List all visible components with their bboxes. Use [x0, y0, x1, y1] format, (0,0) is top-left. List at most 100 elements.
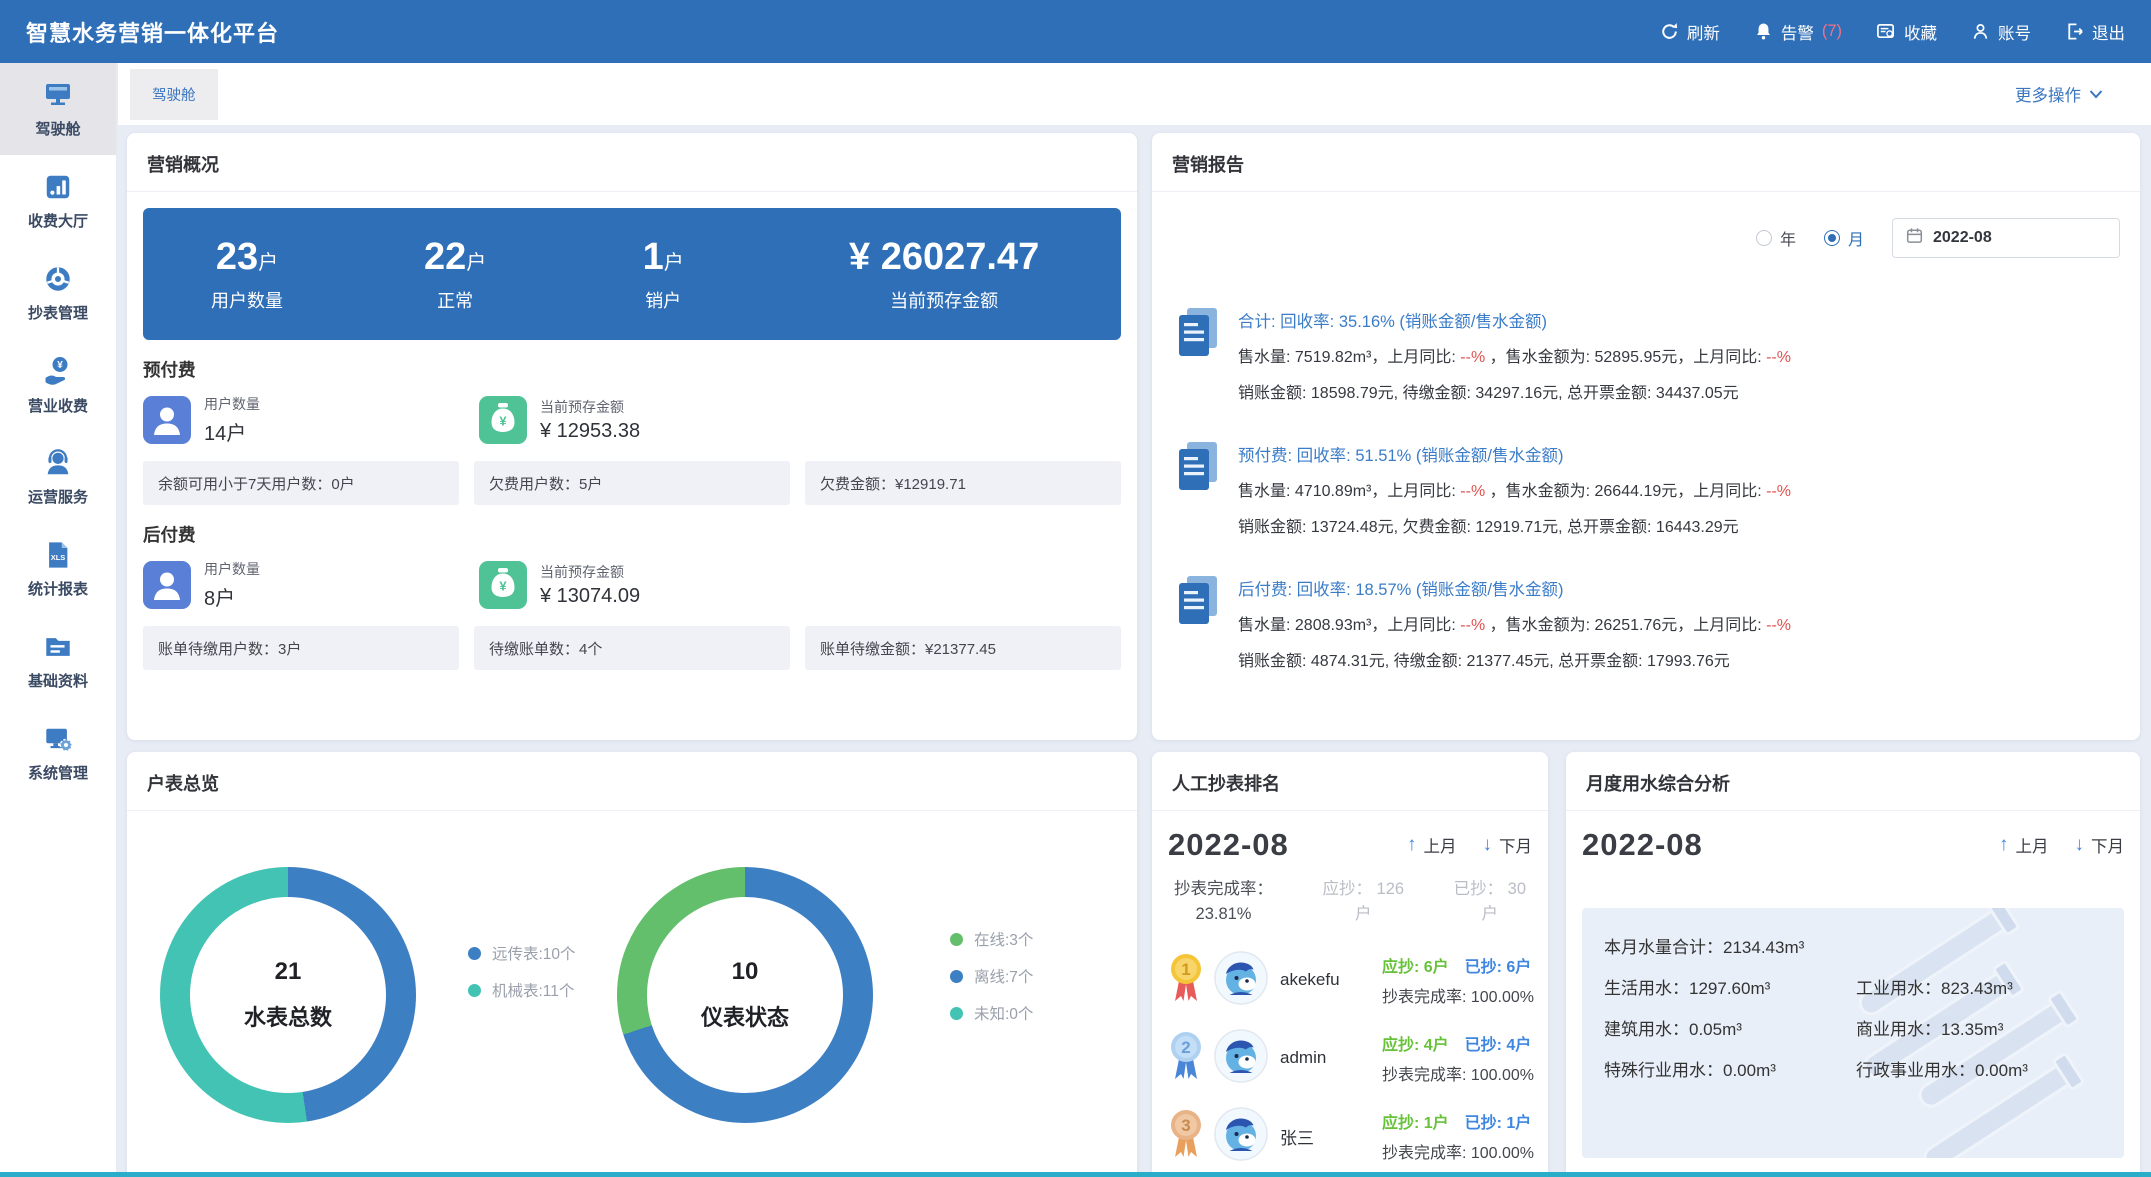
money-bag-icon: ¥ — [479, 561, 527, 609]
legend-item: 未知:0个 — [950, 1002, 1033, 1024]
panel-title: 人工抄表排名 — [1152, 752, 1548, 811]
report-line2: 售水量: 2808.93m³，上月同比: --% ，售水金额为: 26251.7… — [1238, 608, 1791, 644]
arrow-down-icon: ↓ — [1483, 834, 1493, 856]
report-line2: 售水量: 4710.89m³，上月同比: --% ，售水金额为: 26644.1… — [1238, 474, 1791, 510]
favorite-button[interactable]: 收藏 — [1876, 20, 1937, 44]
dashboard-page: 智慧水务营销一体化平台 刷新 告警 (7) 收藏 账号 退出 — [0, 0, 2151, 1177]
ranking-row: 1 akekefu 应抄: 6户已抄: 6户 抄表完成率: 100.00% — [1152, 941, 1548, 1019]
money-bag-icon: ¥ — [479, 396, 527, 444]
report-heading: 合计: 回收率: 35.16% (销账金额/售水金额) — [1238, 304, 1791, 340]
radio-year[interactable]: 年 — [1756, 226, 1796, 250]
headset-agent-icon — [43, 448, 73, 478]
ranking-period: 2022-08 — [1168, 827, 1289, 863]
report-item-postpaid: 后付费: 回收率: 18.57% (销账金额/售水金额) 售水量: 2808.9… — [1152, 572, 2140, 680]
usage-industrial: 工业用水：823.43m³ — [1856, 974, 2013, 999]
reader-name: 张三 — [1280, 1124, 1368, 1149]
svg-text:¥: ¥ — [57, 360, 63, 371]
postpaid-stat-unpaid-bills: 待缴账单数：4个 — [474, 626, 790, 670]
report-item-total: 合计: 回收率: 35.16% (销账金额/售水金额) 售水量: 7519.82… — [1152, 304, 2140, 412]
steering-wheel-icon — [43, 264, 73, 294]
usage-special: 特殊行业用水：0.00m³ — [1604, 1056, 1856, 1081]
next-month-button[interactable]: ↓下月 — [1483, 833, 1533, 857]
done-stat: 已抄: 1户 — [1465, 1109, 1532, 1133]
panel-title: 营销概况 — [127, 133, 1137, 192]
postpaid-stat-unpaid-users: 账单待缴用户数：3户 — [143, 626, 459, 670]
prepaid-section-title: 预付费 — [143, 357, 1121, 382]
calendar-icon — [1906, 227, 1923, 249]
legend-dot — [468, 947, 481, 960]
next-month-button[interactable]: ↓下月 — [2075, 833, 2125, 857]
month-picker-value: 2022-08 — [1933, 229, 1992, 247]
meter-status-legend: 在线:3个 离线:7个 未知:0个 — [950, 928, 1033, 1024]
water-meter-donut-chart: 21 水表总数 — [160, 867, 416, 1123]
radio-month[interactable]: 月 — [1824, 226, 1864, 250]
logout-icon — [2065, 22, 2084, 41]
sidebar-item-business-charge[interactable]: ¥ 营业收费 — [0, 339, 116, 431]
usage-commercial: 商业用水：13.35m³ — [1856, 1015, 2003, 1040]
meter-reading-ranking-panel: 人工抄表排名 2022-08 ↑上月 ↓下月 抄表完成率： 23.81% 应抄：… — [1152, 752, 1548, 1177]
legend-dot — [468, 984, 481, 997]
account-button[interactable]: 账号 — [1971, 20, 2031, 44]
sidebar-item-cockpit[interactable]: 驾驶舱 — [0, 63, 116, 155]
meter-status-donut-chart: 10 仪表状态 — [617, 867, 873, 1123]
gold-medal-icon: 1 — [1166, 951, 1206, 1010]
water-meter-legend: 远传表:10个 机械表:11个 — [468, 942, 576, 1001]
done-count: 已抄： 30 户 — [1454, 877, 1526, 927]
svg-text:¥: ¥ — [499, 579, 507, 594]
sidebar-item-operation-service[interactable]: 运营服务 — [0, 431, 116, 523]
more-actions-dropdown[interactable]: 更多操作 — [2015, 82, 2103, 106]
legend-item: 机械表:11个 — [468, 979, 576, 1001]
report-doc-icon — [1174, 440, 1222, 546]
logout-button[interactable]: 退出 — [2065, 20, 2125, 44]
prepaid-stat-arrears-users: 欠费用户数：5户 — [474, 461, 790, 505]
due-stat: 应抄: 1户 — [1382, 1109, 1449, 1133]
prepaid-stat-low-balance: 余额可用小于7天用户数：0户 — [143, 461, 459, 505]
banner-stat-closed: 1户 销户 — [559, 236, 767, 313]
meter-overview-panel: 户表总览 21 水表总数 远传表:10个 机械表:11个 10 仪表状态 在线:… — [127, 752, 1137, 1177]
sidebar-item-system-mgmt[interactable]: 系统管理 — [0, 707, 116, 799]
prev-month-button[interactable]: ↑上月 — [1999, 833, 2049, 857]
svg-text:¥: ¥ — [499, 414, 507, 429]
rate-stat: 抄表完成率: 100.00% — [1382, 983, 1534, 1007]
panel-title: 户表总览 — [127, 752, 1137, 811]
alarm-button[interactable]: 告警 (7) — [1754, 20, 1842, 44]
prepaid-user-card: 用户数量 14户 — [143, 394, 479, 446]
system-gear-icon — [43, 724, 73, 754]
prev-month-button[interactable]: ↑上月 — [1407, 833, 1457, 857]
donut-center-label: 水表总数 — [244, 1000, 332, 1032]
collection-card-icon — [1876, 22, 1896, 41]
donut-center-value: 21 — [275, 958, 302, 986]
prepaid-stat-arrears-amount: 欠费金额：¥12919.71 — [805, 461, 1121, 505]
xls-file-icon: XLS — [43, 540, 73, 570]
arrow-down-icon: ↓ — [2075, 834, 2085, 856]
legend-item: 离线:7个 — [950, 965, 1033, 987]
folder-icon — [43, 632, 73, 662]
report-line2: 售水量: 7519.82m³，上月同比: --% ，售水金额为: 52895.9… — [1238, 340, 1791, 376]
done-stat: 已抄: 6户 — [1465, 953, 1532, 977]
bar-chart-icon — [43, 172, 73, 202]
report-line3: 销账金额: 4874.31元, 待缴金额: 21377.45元, 总开票金额: … — [1238, 644, 1791, 680]
sidebar-item-stats-report[interactable]: XLS 统计报表 — [0, 523, 116, 615]
panel-title: 营销报告 — [1152, 133, 2140, 192]
ranking-row: 2 admin 应抄: 4户已抄: 4户 抄表完成率: 100.00% — [1152, 1019, 1548, 1097]
month-picker-input[interactable]: 2022-08 — [1892, 218, 2120, 258]
user-count-icon — [143, 561, 191, 609]
banner-stat-normal: 22户 正常 — [351, 236, 559, 313]
monitor-icon — [42, 80, 74, 110]
legend-dot — [950, 933, 963, 946]
usage-domestic: 生活用水：1297.60m³ — [1604, 974, 1856, 999]
due-stat: 应抄: 4户 — [1382, 1031, 1449, 1055]
summary-banner: 23户 用户数量 22户 正常 1户 销户 ¥ 26027.47 当前预存金额 — [143, 208, 1121, 340]
sidebar-item-basic-data[interactable]: 基础资料 — [0, 615, 116, 707]
user-icon — [1971, 22, 1990, 41]
sidebar-nav: 驾驶舱 收费大厅 抄表管理 ¥ 营业收费 运营服务 XLS 统计报表 基础资料 … — [0, 63, 117, 1177]
sidebar-item-fee-hall[interactable]: 收费大厅 — [0, 155, 116, 247]
refresh-button[interactable]: 刷新 — [1660, 20, 1720, 44]
report-line3: 销账金额: 13724.48元, 欠费金额: 12919.71元, 总开票金额:… — [1238, 510, 1791, 546]
rate-stat: 抄表完成率: 100.00% — [1382, 1061, 1534, 1085]
radio-circle — [1824, 230, 1840, 246]
tab-cockpit[interactable]: 驾驶舱 — [130, 69, 218, 120]
sidebar-item-meter-reading[interactable]: 抄表管理 — [0, 247, 116, 339]
banner-stat-total-users: 23户 用户数量 — [143, 236, 351, 313]
avatar — [1214, 1107, 1268, 1166]
